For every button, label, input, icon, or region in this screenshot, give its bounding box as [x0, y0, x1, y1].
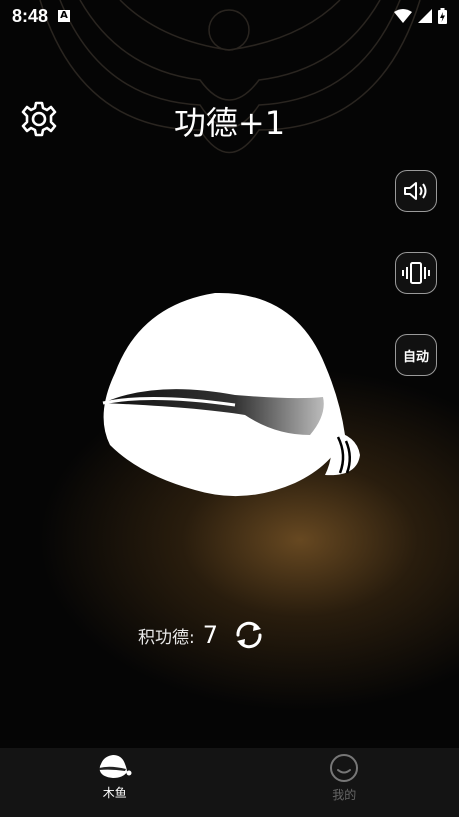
merit-label: 积功德: [138, 627, 195, 648]
smile-icon [330, 754, 359, 782]
auto-button[interactable]: 自动 [395, 334, 437, 376]
notification-icon: A [58, 10, 71, 22]
wifi-icon [394, 9, 412, 23]
vibrate-icon [402, 262, 430, 284]
status-bar: 8:48 A [0, 0, 459, 32]
wooden-fish[interactable] [95, 285, 365, 505]
refresh-icon[interactable] [232, 618, 266, 652]
sound-toggle-button[interactable] [395, 170, 437, 212]
merit-counter: 积功德: 7 [138, 615, 266, 655]
wooden-fish-icon [98, 755, 132, 778]
page-title: 功德+1 [173, 104, 286, 142]
bottom-nav: 木鱼 我的 [0, 748, 459, 817]
nav-label-mine: 我的 [332, 788, 357, 802]
merit-value: 7 [202, 621, 219, 649]
nav-item-wooden-fish[interactable]: 木鱼 [0, 748, 230, 817]
battery-icon [438, 8, 447, 24]
signal-icon [418, 9, 432, 23]
vibrate-toggle-button[interactable] [395, 252, 437, 294]
nav-label-wooden-fish: 木鱼 [102, 786, 127, 800]
status-time: 8:48 [12, 5, 49, 26]
speaker-icon [404, 182, 427, 200]
nav-item-mine[interactable]: 我的 [230, 748, 459, 817]
